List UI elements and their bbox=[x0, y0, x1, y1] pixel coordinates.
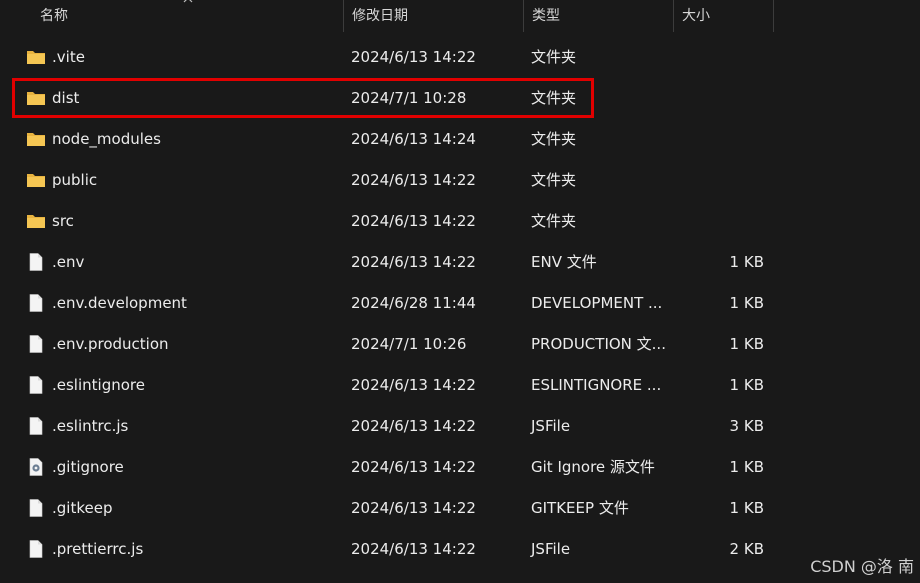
file-type: 文件夹 bbox=[531, 130, 577, 148]
file-modified-date: 2024/6/13 14:22 bbox=[351, 171, 476, 189]
file-name: public bbox=[52, 171, 98, 189]
file-name: .prettierrc.js bbox=[52, 540, 144, 558]
file-size bbox=[656, 119, 764, 160]
file-icon bbox=[26, 417, 46, 435]
file-icon bbox=[26, 376, 46, 394]
folder-icon bbox=[26, 171, 46, 189]
file-name: .gitkeep bbox=[52, 499, 113, 517]
folder-icon bbox=[26, 48, 46, 66]
file-type: JSFile bbox=[531, 417, 571, 435]
file-size bbox=[656, 78, 764, 119]
file-modified-date: 2024/6/13 14:22 bbox=[351, 253, 476, 271]
file-type: DEVELOPMENT ... bbox=[531, 294, 663, 312]
folder-icon bbox=[26, 130, 46, 148]
file-row[interactable]: .prettierrc.js 2024/6/13 14:22 JSFile 2 KB bbox=[16, 529, 776, 570]
file-size: 1 KB bbox=[729, 499, 764, 517]
file-size: 2 KB bbox=[729, 540, 764, 558]
file-row[interactable]: node_modules 2024/6/13 14:24 文件夹 bbox=[16, 119, 776, 160]
file-size bbox=[656, 37, 764, 78]
file-modified-date: 2024/6/13 14:24 bbox=[351, 130, 476, 148]
file-size bbox=[656, 160, 764, 201]
gear-file-icon bbox=[26, 458, 46, 476]
file-name: .vite bbox=[52, 48, 85, 66]
file-modified-date: 2024/6/13 14:22 bbox=[351, 499, 476, 517]
file-type: JSFile bbox=[531, 540, 571, 558]
file-icon bbox=[26, 294, 46, 312]
file-name: .env bbox=[52, 253, 85, 271]
file-icon bbox=[26, 253, 46, 271]
column-header-date[interactable]: 修改日期 bbox=[344, 0, 523, 32]
file-modified-date: 2024/6/28 11:44 bbox=[351, 294, 476, 312]
file-type: Git Ignore 源文件 bbox=[531, 458, 655, 476]
file-icon bbox=[26, 499, 46, 517]
file-size: 1 KB bbox=[729, 335, 764, 353]
file-row[interactable]: .env.development 2024/6/28 11:44 DEVELOPME… bbox=[16, 283, 776, 324]
file-name: .env.development bbox=[52, 294, 187, 312]
file-row[interactable]: src 2024/6/13 14:22 文件夹 bbox=[16, 201, 776, 242]
file-size bbox=[656, 201, 764, 242]
file-name: node_modules bbox=[52, 130, 161, 148]
column-header-bar: 名称 修改日期 类型 大小 bbox=[0, 0, 920, 33]
file-name: .gitignore bbox=[52, 458, 124, 476]
file-modified-date: 2024/7/1 10:26 bbox=[351, 335, 467, 353]
file-size: 1 KB bbox=[729, 376, 764, 394]
file-size: 3 KB bbox=[729, 417, 764, 435]
file-size: 1 KB bbox=[729, 294, 764, 312]
file-size: 1 KB bbox=[729, 253, 764, 271]
watermark: CSDN @洛 南 bbox=[808, 553, 916, 577]
file-row[interactable]: .env 2024/6/13 14:22 ENV 文件 1 KB bbox=[16, 242, 776, 283]
file-type: GITKEEP 文件 bbox=[531, 499, 629, 517]
column-header-size[interactable]: 大小 bbox=[674, 0, 773, 32]
file-name: .eslintignore bbox=[52, 376, 145, 394]
file-modified-date: 2024/6/13 14:22 bbox=[351, 417, 476, 435]
file-modified-date: 2024/6/13 14:22 bbox=[351, 376, 476, 394]
file-type: PRODUCTION 文... bbox=[531, 335, 666, 353]
file-icon bbox=[26, 540, 46, 558]
file-type: 文件夹 bbox=[531, 48, 577, 66]
file-row[interactable]: .vite 2024/6/13 14:22 文件夹 bbox=[16, 37, 776, 78]
file-row[interactable]: public 2024/6/13 14:22 文件夹 bbox=[16, 160, 776, 201]
column-divider[interactable] bbox=[773, 0, 774, 32]
highlight-annotation-box bbox=[12, 78, 594, 118]
file-modified-date: 2024/6/13 14:22 bbox=[351, 48, 476, 66]
file-name: .env.production bbox=[52, 335, 169, 353]
file-type: 文件夹 bbox=[531, 212, 577, 230]
file-row[interactable]: .gitkeep 2024/6/13 14:22 GITKEEP 文件 1 KB bbox=[16, 488, 776, 529]
file-type: ENV 文件 bbox=[531, 253, 597, 271]
file-row[interactable]: .eslintignore 2024/6/13 14:22 ESLINTIGNORE… bbox=[16, 365, 776, 406]
file-row[interactable]: .eslintrc.js 2024/6/13 14:22 JSFile 3 KB bbox=[16, 406, 776, 447]
column-header-type[interactable]: 类型 bbox=[524, 0, 673, 32]
column-header-name[interactable]: 名称 bbox=[32, 0, 343, 32]
file-icon bbox=[26, 335, 46, 353]
folder-icon bbox=[26, 212, 46, 230]
file-type: ESLINTIGNORE ... bbox=[531, 376, 662, 394]
file-modified-date: 2024/6/13 14:22 bbox=[351, 540, 476, 558]
file-row[interactable]: .gitignore 2024/6/13 14:22 Git Ignore 源文件 1… bbox=[16, 447, 776, 488]
file-row[interactable]: .env.production 2024/7/1 10:26 PRODUCTION … bbox=[16, 324, 776, 365]
file-modified-date: 2024/6/13 14:22 bbox=[351, 212, 476, 230]
file-modified-date: 2024/6/13 14:22 bbox=[351, 458, 476, 476]
file-type: 文件夹 bbox=[531, 171, 577, 189]
file-name: .eslintrc.js bbox=[52, 417, 129, 435]
file-name: src bbox=[52, 212, 74, 230]
file-size: 1 KB bbox=[729, 458, 764, 476]
